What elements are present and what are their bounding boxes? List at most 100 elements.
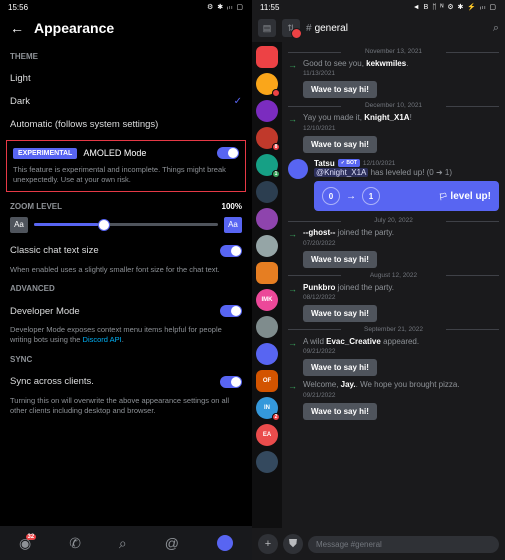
- server-icon[interactable]: [256, 46, 278, 68]
- join-message: → Good to see you, kekwmiles. 11/13/2021…: [288, 59, 499, 98]
- header: ← Appearance: [0, 14, 252, 42]
- experimental-desc: This feature is experimental and incompl…: [13, 165, 239, 185]
- date-divider: November 13, 2021: [288, 48, 499, 55]
- developer-desc: Developer Mode exposes context menu item…: [10, 325, 242, 345]
- sync-row[interactable]: Sync across clients.: [10, 370, 242, 394]
- status-icons-right: ◄ B ᛖ ᴺ ⚙ ✱ ⚡ ᵢₗₗ ▢: [413, 3, 497, 11]
- profile-avatar[interactable]: [217, 535, 233, 551]
- discord-api-link[interactable]: Discord API: [83, 335, 122, 344]
- wave-button[interactable]: Wave to say hi!: [303, 81, 377, 98]
- arrow-icon: →: [288, 338, 297, 376]
- wave-button[interactable]: Wave to say hi!: [303, 403, 377, 420]
- zoom-slider-row: Aa Aa: [10, 217, 242, 233]
- experimental-badge: EXPERIMENTAL: [13, 148, 77, 159]
- message-input[interactable]: Message #general: [308, 536, 499, 553]
- channel-name[interactable]: #general: [306, 23, 487, 34]
- status-icons: ⚙ ✱ ᵢₗₗ ▢: [207, 3, 244, 11]
- amoled-toggle[interactable]: [217, 147, 239, 159]
- date-divider: July 20, 2022: [288, 217, 499, 224]
- classic-toggle[interactable]: [220, 245, 242, 257]
- server-icon[interactable]: [256, 208, 278, 230]
- section-zoom: ZOOM LEVEL: [10, 202, 62, 211]
- server-icon[interactable]: OF: [256, 370, 278, 392]
- compose-bar: + ⛊ Message #general: [252, 528, 505, 560]
- sync-desc: Turning this on will overwrite the above…: [10, 396, 242, 416]
- discord-icon[interactable]: ◉32: [19, 535, 31, 552]
- bot-avatar[interactable]: [288, 159, 308, 179]
- server-icon[interactable]: [256, 100, 278, 122]
- server-icon[interactable]: EA: [256, 424, 278, 446]
- wave-button[interactable]: Wave to say hi!: [303, 251, 377, 268]
- server-icon[interactable]: [256, 235, 278, 257]
- developer-toggle[interactable]: [220, 305, 242, 317]
- friends-icon[interactable]: ✆: [69, 535, 81, 552]
- check-icon: ✓: [234, 96, 242, 107]
- date-divider: August 12, 2022: [288, 272, 499, 279]
- server-icon[interactable]: [256, 343, 278, 365]
- search-icon[interactable]: ⌕: [119, 535, 127, 552]
- date-divider: September 21, 2022: [288, 326, 499, 333]
- bot-tag: ✓ BOT: [338, 159, 360, 167]
- level-up-card: 0 → 1 🏳 level up!: [314, 181, 499, 211]
- server-icon[interactable]: IMK: [256, 289, 278, 311]
- server-icon[interactable]: [256, 316, 278, 338]
- classic-chat-row[interactable]: Classic chat text size: [10, 239, 242, 263]
- server-icon[interactable]: 1: [256, 154, 278, 176]
- experimental-box: EXPERIMENTAL AMOLED Mode This feature is…: [6, 140, 246, 192]
- bottom-nav: ◉32 ✆ ⌕ @: [0, 525, 252, 560]
- server-icon[interactable]: [256, 181, 278, 203]
- classic-desc: When enabled uses a slightly smaller fon…: [10, 265, 242, 275]
- zoom-small-icon[interactable]: Aa: [10, 217, 28, 233]
- arrow-icon: →: [288, 381, 297, 419]
- channel-header: ▤ ⇅ #general ⌕: [252, 14, 505, 42]
- join-message: → Welcome, Jay.. We hope you brought piz…: [288, 380, 499, 419]
- messages-icon[interactable]: ▤: [258, 19, 276, 37]
- join-message: → Yay you made it, Knight_X1A! 12/10/202…: [288, 113, 499, 152]
- theme-dark[interactable]: Dark✓: [10, 90, 242, 113]
- join-message: → A wild Evac_Creative appeared. 09/21/2…: [288, 337, 499, 376]
- mention[interactable]: @Knight_X1A: [314, 168, 368, 177]
- arrow-icon: →: [288, 114, 297, 152]
- status-time-right: 11:55: [260, 3, 279, 12]
- sort-icon[interactable]: ⇅: [282, 19, 300, 37]
- join-message: → Punkbro joined the party. 08/12/2022 W…: [288, 283, 499, 322]
- date-divider: December 10, 2021: [288, 102, 499, 109]
- add-button[interactable]: +: [258, 534, 278, 554]
- search-icon[interactable]: ⌕: [493, 22, 499, 35]
- chat-area: November 13, 2021 → Good to see you, kek…: [282, 42, 505, 528]
- gift-icon[interactable]: ⛊: [283, 534, 303, 554]
- arrow-icon: →: [288, 284, 297, 322]
- server-icon[interactable]: [256, 262, 278, 284]
- arrow-icon: →: [288, 229, 297, 267]
- arrow-icon: →: [346, 191, 356, 202]
- server-icon[interactable]: [256, 451, 278, 473]
- hash-icon: #: [306, 23, 312, 34]
- page-title: Appearance: [34, 20, 114, 36]
- zoom-value: 100%: [222, 202, 242, 211]
- section-theme: THEME: [10, 52, 242, 61]
- wave-button[interactable]: Wave to say hi!: [303, 359, 377, 376]
- status-time: 15:56: [8, 3, 28, 12]
- amoled-label: AMOLED Mode: [83, 148, 146, 158]
- server-list: 8 1 IMK OF IN2 EA: [252, 42, 282, 528]
- back-icon[interactable]: ←: [10, 20, 24, 36]
- wave-button[interactable]: Wave to say hi!: [303, 305, 377, 322]
- status-bar: 15:56 ⚙ ✱ ᵢₗₗ ▢: [0, 0, 252, 14]
- server-icon[interactable]: IN2: [256, 397, 278, 419]
- mentions-icon[interactable]: @: [165, 535, 179, 551]
- server-icon[interactable]: 8: [256, 127, 278, 149]
- section-advanced: ADVANCED: [10, 284, 242, 293]
- wave-button[interactable]: Wave to say hi!: [303, 136, 377, 153]
- zoom-slider[interactable]: [34, 223, 218, 226]
- join-message: → --ghost-- joined the party. 07/20/2022…: [288, 228, 499, 267]
- section-sync: SYNC: [10, 355, 242, 364]
- zoom-large-icon[interactable]: Aa: [224, 217, 242, 233]
- status-bar-right: 11:55 ◄ B ᛖ ᴺ ⚙ ✱ ⚡ ᵢₗₗ ▢: [252, 0, 505, 14]
- sync-toggle[interactable]: [220, 376, 242, 388]
- theme-light[interactable]: Light: [10, 67, 242, 90]
- bot-message: Tatsu✓ BOT12/10/2021 @Knight_X1A has lev…: [288, 159, 499, 211]
- server-icon[interactable]: [256, 73, 278, 95]
- arrow-icon: →: [288, 60, 297, 98]
- theme-auto[interactable]: Automatic (follows system settings): [10, 113, 242, 136]
- developer-mode-row[interactable]: Developer Mode: [10, 299, 242, 323]
